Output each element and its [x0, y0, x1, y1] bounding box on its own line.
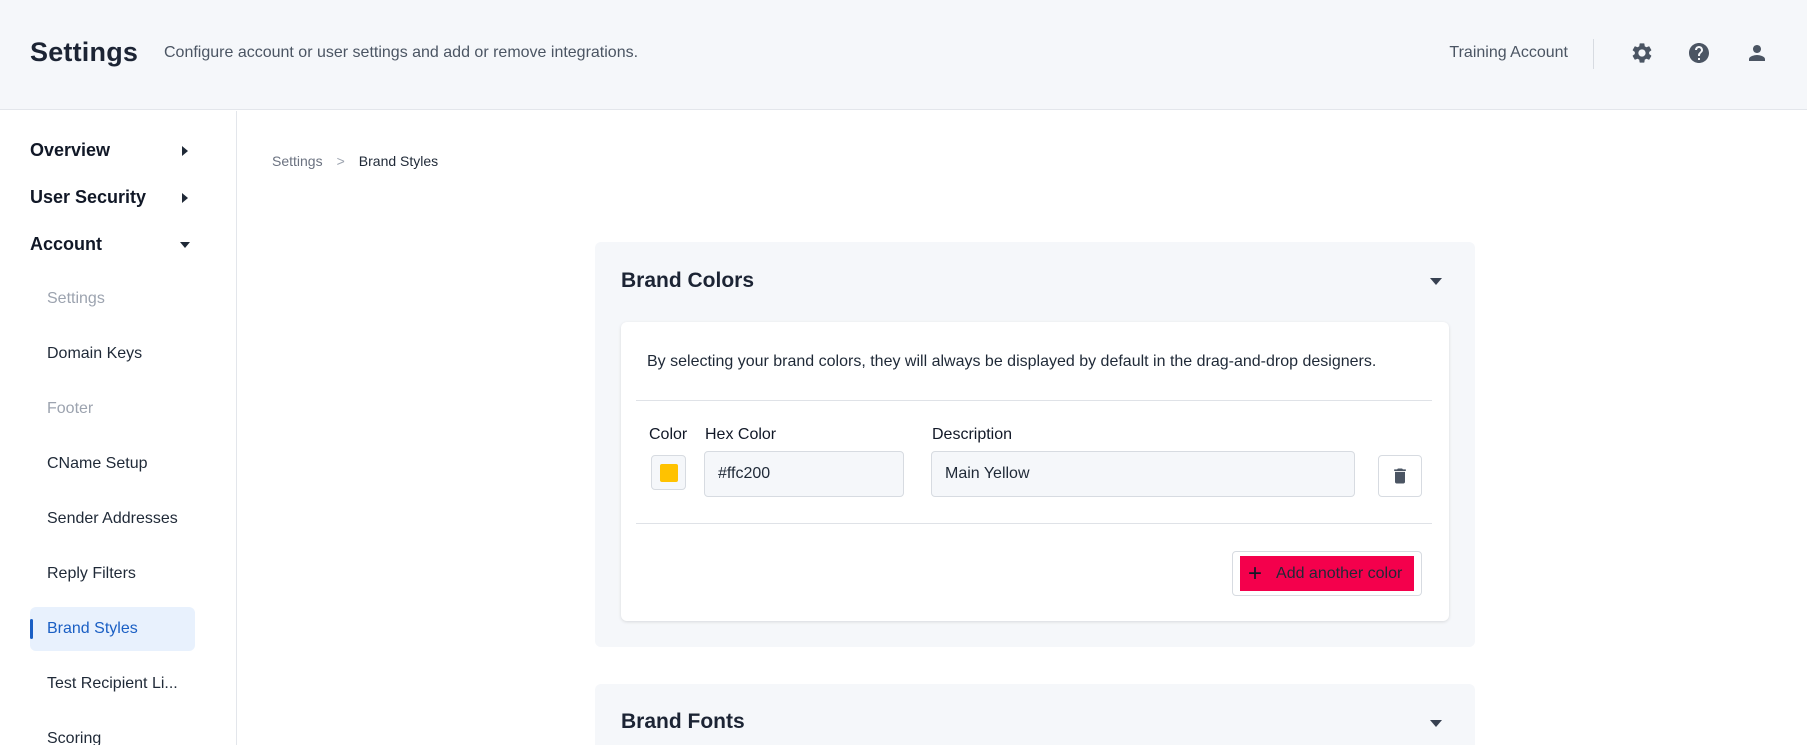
- brand-fonts-title: Brand Fonts: [621, 710, 745, 733]
- user-icon[interactable]: [1744, 40, 1770, 66]
- sidebar-item-brand-styles[interactable]: Brand Styles: [30, 607, 195, 651]
- description-column-label: Description: [932, 426, 1013, 443]
- sidebar-section-label: Account: [30, 234, 102, 254]
- header-divider: [1593, 39, 1594, 69]
- breadcrumb-settings-link[interactable]: Settings: [272, 153, 323, 169]
- page-subtitle: Configure account or user settings and a…: [164, 44, 639, 61]
- help-icon[interactable]: [1686, 40, 1712, 66]
- chevron-right-icon: >: [336, 153, 345, 169]
- caret-down-icon: [1430, 719, 1442, 727]
- brand-colors-description: By selecting your brand colors, they wil…: [647, 353, 1377, 370]
- page-header: Settings Configure account or user setti…: [0, 0, 1807, 110]
- sidebar-section-user-security[interactable]: User Security: [30, 187, 190, 208]
- add-another-color-label: Add another color: [1276, 564, 1403, 582]
- breadcrumb-current: Brand Styles: [358, 153, 439, 169]
- brand-colors-collapse-toggle[interactable]: [1429, 276, 1443, 286]
- sidebar: Overview User Security Account Settings …: [0, 111, 237, 745]
- sidebar-item-footer[interactable]: Footer: [30, 387, 195, 431]
- sidebar-section-account[interactable]: Account: [30, 234, 190, 255]
- sidebar-item-sender-addresses[interactable]: Sender Addresses: [30, 497, 195, 541]
- brand-colors-title: Brand Colors: [621, 269, 755, 292]
- color-swatch: [659, 463, 678, 482]
- sidebar-item-settings[interactable]: Settings: [30, 277, 195, 321]
- color-column-label: Color: [649, 426, 688, 443]
- gear-icon[interactable]: [1629, 40, 1655, 66]
- sidebar-section-label: Overview: [30, 140, 111, 160]
- caret-down-icon: [1430, 277, 1442, 285]
- add-another-color-button-inner: + Add another color: [1240, 556, 1414, 591]
- hex-color-input[interactable]: [704, 451, 904, 497]
- sidebar-item-test-recipient-lists[interactable]: Test Recipient Li...: [30, 662, 195, 706]
- divider: [636, 523, 1432, 524]
- sidebar-item-cname-setup[interactable]: CName Setup: [30, 442, 195, 486]
- account-switcher[interactable]: Training Account: [1449, 44, 1568, 62]
- sidebar-item-domain-keys[interactable]: Domain Keys: [30, 332, 195, 376]
- divider: [636, 400, 1432, 401]
- plus-icon: +: [1248, 559, 1263, 587]
- brand-fonts-panel: Brand Fonts: [595, 684, 1475, 745]
- caret-right-icon: [180, 192, 190, 203]
- sidebar-item-reply-filters[interactable]: Reply Filters: [30, 552, 195, 596]
- sidebar-section-overview[interactable]: Overview: [30, 140, 190, 161]
- brand-colors-card: By selecting your brand colors, they wil…: [621, 322, 1449, 621]
- brand-fonts-collapse-toggle[interactable]: [1429, 718, 1443, 728]
- breadcrumb: Settings > Brand Styles: [272, 153, 438, 169]
- caret-down-icon: [180, 240, 190, 250]
- add-another-color-button[interactable]: + Add another color: [1232, 551, 1422, 596]
- brand-colors-panel: Brand Colors By selecting your brand col…: [595, 242, 1475, 647]
- caret-right-icon: [180, 145, 190, 156]
- color-description-input[interactable]: [931, 451, 1355, 497]
- color-picker-button[interactable]: [651, 455, 686, 490]
- hex-column-label: Hex Color: [705, 426, 777, 443]
- sidebar-item-scoring[interactable]: Scoring: [30, 717, 195, 745]
- sidebar-section-label: User Security: [30, 187, 147, 207]
- page-title: Settings: [30, 37, 139, 67]
- trash-icon: [1394, 468, 1406, 484]
- delete-color-button[interactable]: [1378, 455, 1422, 497]
